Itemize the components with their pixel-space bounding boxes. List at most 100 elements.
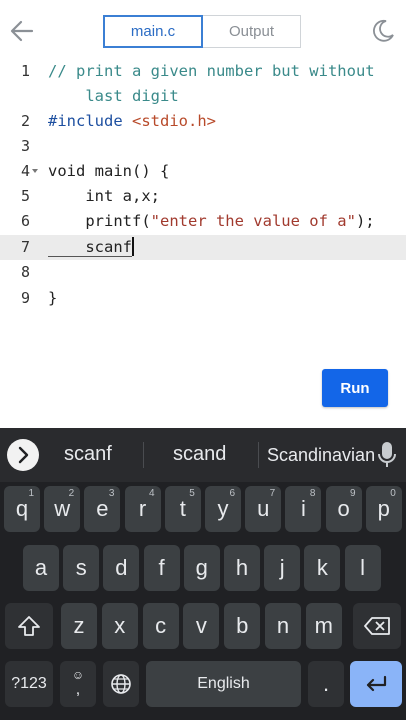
tab-main-c[interactable]: main.c — [103, 15, 203, 48]
run-button[interactable]: Run — [322, 369, 388, 407]
divider — [258, 442, 259, 468]
current-word: scanf — [48, 238, 132, 257]
code-line: 8 — [0, 260, 406, 285]
key-label: r — [138, 496, 147, 521]
fold-arrow-icon[interactable] — [32, 169, 38, 173]
emoji-comma-key[interactable]: ☺ , — [60, 661, 96, 707]
key-label: w — [54, 496, 71, 521]
key-label: y — [217, 496, 229, 521]
line-number: 5 — [20, 187, 30, 205]
suggestion-1[interactable]: scanf — [64, 443, 112, 466]
key-t[interactable]: 5t — [164, 486, 201, 532]
key-m[interactable]: m — [305, 603, 342, 649]
emoji-icon: ☺ — [71, 668, 85, 682]
key-y[interactable]: 6y — [205, 486, 241, 532]
key-hint: 3 — [108, 488, 115, 499]
key-p[interactable]: 0p — [365, 486, 402, 532]
key-hint: 1 — [28, 488, 34, 499]
backspace-key[interactable] — [353, 603, 401, 649]
key-l[interactable]: l — [344, 545, 381, 591]
code-text: void main() { — [48, 162, 170, 180]
key-hint: 5 — [189, 488, 195, 499]
code-text: // print a given number but without — [48, 62, 375, 80]
line-number: 2 — [20, 112, 30, 130]
key-w[interactable]: 2w — [44, 486, 81, 532]
key-label: o — [337, 496, 350, 521]
key-hint: 9 — [350, 488, 356, 499]
enter-arrow-icon — [366, 675, 387, 692]
key-z[interactable]: z — [61, 603, 97, 649]
suggestion-2[interactable]: scand — [173, 443, 226, 466]
key-s[interactable]: s — [63, 545, 100, 591]
key-hint: 7 — [269, 488, 276, 499]
key-label: t — [179, 496, 186, 521]
key-i[interactable]: 8i — [285, 486, 322, 532]
key-label: p — [377, 496, 390, 521]
key-r[interactable]: 4r — [124, 486, 161, 532]
key-label: e — [96, 496, 109, 521]
code-line-active: 7 scanf — [0, 235, 406, 260]
symbols-key[interactable]: ?123 — [5, 661, 53, 707]
key-x[interactable]: x — [101, 603, 138, 649]
code-text-active: scanf — [48, 235, 134, 260]
key-u[interactable]: 7u — [245, 486, 282, 532]
code-text: int a,x; — [48, 187, 160, 205]
code-line: 6 printf("enter the value of a"); — [0, 209, 406, 234]
code-line: 2 #include <stdio.h> — [0, 109, 406, 134]
shift-icon — [18, 616, 40, 636]
suggestion-strip: scanf scand Scandinavian — [0, 428, 406, 482]
microphone-icon[interactable] — [376, 440, 398, 470]
key-label: q — [15, 496, 29, 521]
line-number: 9 — [20, 289, 30, 307]
key-n[interactable]: n — [265, 603, 301, 649]
soft-keyboard: scanf scand Scandinavian 1q2w3e4r5t6y7u8… — [0, 428, 406, 720]
shift-key[interactable] — [5, 603, 53, 649]
key-q[interactable]: 1q — [4, 486, 40, 532]
code-line: 5 int a,x; — [0, 184, 406, 209]
key-f[interactable]: f — [143, 545, 180, 591]
code-text: last digit — [48, 87, 179, 105]
key-a[interactable]: a — [23, 545, 59, 591]
enter-key[interactable] — [350, 661, 402, 707]
key-hint: 6 — [229, 488, 235, 499]
key-e[interactable]: 3e — [84, 486, 121, 532]
key-label: u — [257, 496, 270, 521]
arrow-left-icon[interactable] — [8, 17, 36, 45]
key-g[interactable]: g — [183, 545, 220, 591]
key-d[interactable]: d — [103, 545, 140, 591]
code-line: 1 // print a given number but without — [0, 59, 406, 84]
key-o[interactable]: 9o — [325, 486, 362, 532]
line-number: 4 — [20, 162, 30, 180]
line-number: 1 — [20, 62, 30, 80]
line-number: 6 — [20, 212, 30, 230]
code-line: 9 } — [0, 286, 406, 311]
key-hint: 0 — [390, 488, 396, 499]
code-line: last digit — [0, 84, 406, 109]
key-k[interactable]: k — [304, 545, 341, 591]
tab-output[interactable]: Output — [203, 16, 300, 47]
key-c[interactable]: c — [142, 603, 179, 649]
key-hint: 4 — [149, 488, 155, 499]
code-line: 4 void main() { — [0, 159, 406, 184]
text-caret — [132, 237, 134, 256]
key-label: i — [300, 496, 306, 521]
key-hint: 8 — [309, 488, 316, 499]
key-hint: 2 — [68, 488, 75, 499]
space-bar[interactable]: English — [146, 661, 301, 707]
expand-toolbar-button[interactable] — [7, 439, 39, 471]
divider — [143, 442, 144, 468]
suggestion-3[interactable]: Scandinavian — [267, 445, 375, 466]
code-text: #include <stdio.h> — [48, 112, 216, 130]
line-number: 8 — [20, 263, 30, 281]
top-bar: main.c Output — [0, 0, 406, 62]
period-key[interactable]: . — [308, 661, 344, 707]
moon-icon[interactable] — [370, 18, 396, 44]
file-tabs: main.c Output — [103, 15, 301, 48]
key-v[interactable]: v — [183, 603, 220, 649]
language-key[interactable] — [103, 661, 139, 707]
comma-label: , — [75, 681, 81, 698]
key-b[interactable]: b — [224, 603, 261, 649]
globe-icon — [111, 674, 131, 694]
key-j[interactable]: j — [264, 545, 301, 591]
key-h[interactable]: h — [224, 545, 260, 591]
